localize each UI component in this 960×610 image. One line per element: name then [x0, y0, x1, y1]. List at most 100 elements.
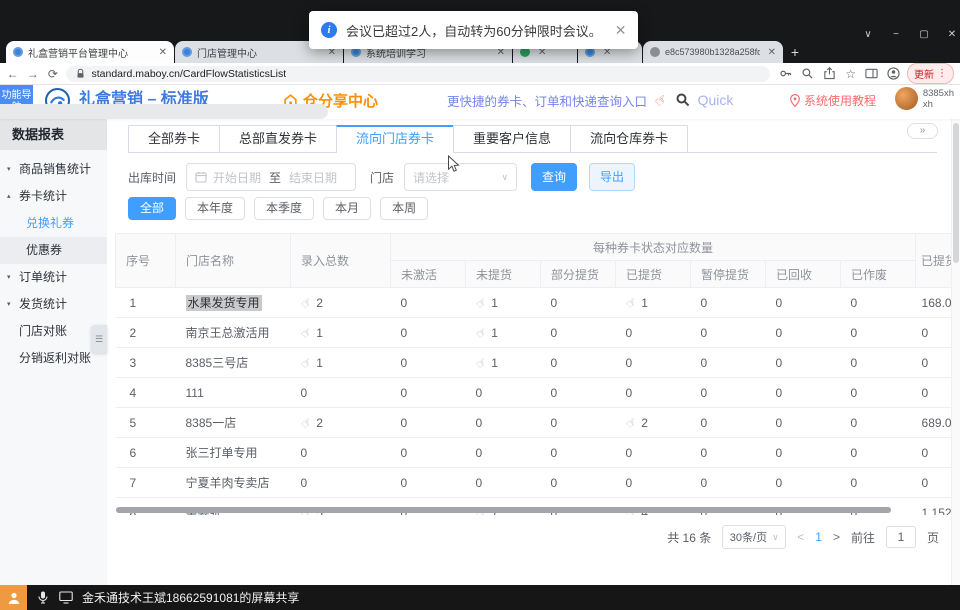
- count-cell: 0: [616, 438, 691, 468]
- quick-filter-button[interactable]: 本年度: [185, 197, 245, 220]
- store-name: 8385一店: [186, 416, 237, 430]
- count-cell: 0: [691, 288, 766, 318]
- horizontal-scrollbar[interactable]: [116, 507, 891, 513]
- tab-close-icon[interactable]: ✕: [768, 47, 776, 58]
- screen-share-icon[interactable]: [59, 591, 73, 604]
- sidebar-item-card-stats[interactable]: ▴券卡统计: [0, 183, 107, 210]
- toolbar-icons: ☆: [779, 67, 900, 80]
- window-close-icon[interactable]: ✕: [946, 29, 958, 40]
- count-cell: 0: [766, 288, 841, 318]
- goto-label: 前往: [851, 529, 875, 546]
- export-button[interactable]: 导出: [589, 163, 635, 191]
- count-cell[interactable]: ☞2: [291, 288, 391, 318]
- key-icon[interactable]: [779, 67, 792, 80]
- count-cell[interactable]: ☞1: [466, 318, 541, 348]
- reload-icon[interactable]: ⟳: [46, 64, 59, 84]
- sidebar-item-goods-sales-stats[interactable]: ▾商品销售统计: [0, 156, 107, 183]
- sidebar-item-discount-coupon[interactable]: 优惠券: [0, 237, 107, 264]
- browser-menu-icon[interactable]: ⋮: [937, 68, 947, 79]
- table-row: 38385三号店☞10☞1000000: [116, 348, 952, 378]
- count-cell[interactable]: ☞2: [616, 408, 691, 438]
- table-row: 2南京王总激活用☞10☞1000000: [116, 318, 952, 348]
- statistics-table: 序号门店名称录入总数每种券卡状态对应数量已提货金额未激活未提货部分提货已提货暂停…: [115, 233, 951, 515]
- vertical-scrollbar[interactable]: [951, 119, 960, 585]
- count-cell[interactable]: ☞1: [291, 348, 391, 378]
- microphone-icon[interactable]: [37, 591, 49, 604]
- amount-cell: 0: [916, 318, 951, 348]
- count-cell[interactable]: ☞1: [466, 288, 541, 318]
- content-tab[interactable]: 流向门店券卡: [336, 125, 453, 152]
- content-tab[interactable]: 重要客户信息: [453, 125, 570, 152]
- row-index: 6: [116, 438, 176, 468]
- quick-filter-button[interactable]: 本周: [380, 197, 428, 220]
- count-cell[interactable]: ☞1: [466, 348, 541, 378]
- bookmark-star-icon[interactable]: ☆: [845, 68, 856, 80]
- content-tab[interactable]: 全部券卡: [128, 125, 219, 152]
- amount-cell: 0: [916, 378, 951, 408]
- forward-icon[interactable]: →: [26, 64, 39, 84]
- screen-share-text: 金禾通技术王斌18662591081的屏幕共享: [82, 589, 299, 606]
- share-icon[interactable]: [823, 67, 836, 80]
- tab-favicon-blue: [13, 47, 23, 57]
- hand-icon: ☞: [472, 324, 489, 342]
- new-tab-button[interactable]: +: [784, 41, 806, 63]
- column-subheader: 已回收: [766, 261, 841, 288]
- search-button[interactable]: 查询: [531, 163, 577, 191]
- sidebar-item-exchange-gift-coupon[interactable]: 兑换礼券: [0, 210, 107, 237]
- split-screen-icon[interactable]: [865, 67, 878, 80]
- update-button[interactable]: 更新 ⋮: [907, 63, 954, 84]
- sidebar-item-order-stats[interactable]: ▾订单统计: [0, 264, 107, 291]
- quick-filter-button[interactable]: 本季度: [254, 197, 314, 220]
- column-subheader: 已提货: [616, 261, 691, 288]
- browser-tab[interactable]: 礼盒营销平台管理中心✕: [6, 41, 174, 63]
- back-icon[interactable]: ←: [6, 64, 19, 84]
- store-name-cell: 宁夏羊肉专卖店: [176, 468, 291, 498]
- address-bar[interactable]: standard.maboy.cn/CardFlowStatisticsList: [66, 66, 770, 82]
- profile-icon[interactable]: [887, 67, 900, 80]
- hand-icon: ☞: [297, 354, 314, 372]
- avatar: [895, 87, 918, 110]
- browser-tab[interactable]: e8c573980b1328a258fd2e61✕: [643, 41, 783, 63]
- tab-close-icon[interactable]: ✕: [159, 47, 167, 58]
- goto-page-input[interactable]: [886, 526, 916, 548]
- expand-tabs-button[interactable]: »: [907, 123, 938, 139]
- browser-toolbar: ← → ⟳ standard.maboy.cn/CardFlowStatisti…: [0, 63, 960, 85]
- count-cell: 0: [691, 348, 766, 378]
- prev-page-button[interactable]: <: [797, 530, 804, 544]
- assistant-badge[interactable]: [0, 585, 27, 610]
- page-size-select[interactable]: 30条/页 ∨: [722, 525, 786, 549]
- maximize-icon[interactable]: ▢: [918, 29, 930, 40]
- store-filter-label: 门店: [370, 169, 394, 186]
- sidebar-collapse-handle[interactable]: ☰: [91, 325, 107, 353]
- amount-cell: 0: [916, 468, 951, 498]
- amount-cell: 0: [916, 348, 951, 378]
- sidebar-item-label: 券卡统计: [19, 189, 67, 203]
- page-body: 数据报表 ▾商品销售统计▴券卡统计兑换礼券优惠券▾订单统计▾发货统计门店对账分销…: [0, 119, 960, 585]
- date-range-input[interactable]: 开始日期 至 结束日期: [186, 163, 356, 191]
- content-tab[interactable]: 总部直发券卡: [219, 125, 336, 152]
- quick-filter-button[interactable]: 全部: [128, 197, 176, 220]
- tutorial-label: 系统使用教程: [804, 92, 876, 109]
- tutorial-link[interactable]: 系统使用教程: [790, 85, 876, 115]
- count-cell[interactable]: ☞1: [291, 318, 391, 348]
- store-name-cell: 8385三号店: [176, 348, 291, 378]
- count-cell[interactable]: ☞1: [616, 288, 691, 318]
- sidebar-item-shipping-stats[interactable]: ▾发货统计: [0, 291, 107, 318]
- store-name: 南京王总激活用: [186, 326, 270, 340]
- column-subheader: 未提货: [466, 261, 541, 288]
- user-menu[interactable]: 8385xh xh: [895, 87, 954, 110]
- column-header: 门店名称: [176, 234, 291, 288]
- scrollbar-thumb[interactable]: [953, 123, 959, 263]
- next-page-button[interactable]: >: [833, 530, 840, 544]
- minimize-icon[interactable]: −: [890, 29, 902, 40]
- toast-close-icon[interactable]: ✕: [615, 22, 627, 39]
- nav-flyout-edge: [0, 104, 328, 119]
- current-page[interactable]: 1: [815, 530, 822, 544]
- quick-entry[interactable]: 更快捷的券卡、订单和快递查询入口 ☞ Quick: [447, 85, 733, 115]
- tab-search-icon[interactable]: ∨: [862, 29, 874, 40]
- content-tab[interactable]: 流向仓库券卡: [570, 125, 688, 152]
- chevron-down-icon: ∨: [772, 532, 779, 543]
- count-cell[interactable]: ☞2: [291, 408, 391, 438]
- quick-filter-button[interactable]: 本月: [323, 197, 371, 220]
- zoom-icon[interactable]: [801, 67, 814, 80]
